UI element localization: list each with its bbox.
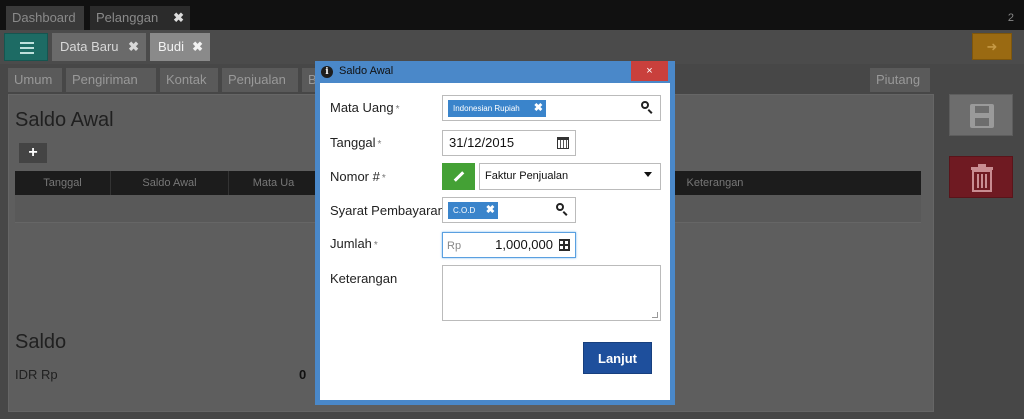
close-tab-icon[interactable]: ✖	[173, 6, 184, 30]
mata-uang-label: Mata Uang *	[330, 100, 400, 115]
search-icon[interactable]	[641, 101, 653, 114]
remove-chip-icon[interactable]: ✖	[534, 100, 543, 117]
tab-dashboard[interactable]: Dashboard	[6, 6, 84, 30]
save-button[interactable]	[949, 94, 1013, 136]
panel-title: Saldo Awal	[15, 109, 114, 131]
saldo-title: Saldo	[15, 331, 67, 353]
syarat-pembayaran-select[interactable]: C.O.D ✖	[442, 197, 576, 223]
dialog-titlebar[interactable]: i Saldo Awal ×	[315, 61, 675, 83]
tab-data-baru[interactable]: Data Baru ✖	[52, 33, 146, 61]
tab-budi[interactable]: Budi ✖	[150, 33, 210, 61]
tab-pengiriman[interactable]: Pengiriman	[66, 68, 156, 92]
calculator-icon[interactable]	[559, 239, 570, 251]
payment-term-chip: C.O.D ✖	[448, 202, 498, 219]
jumlah-label: Jumlah *	[330, 236, 378, 251]
menu-button[interactable]	[4, 33, 48, 61]
tab-piutang[interactable]: Piutang	[870, 68, 930, 92]
tab-budi-label: Budi	[158, 39, 185, 54]
close-icon[interactable]: ✖	[128, 33, 139, 61]
delete-button[interactable]	[949, 156, 1013, 198]
jumlah-value: 1,000,000	[495, 237, 553, 252]
dialog-title: Saldo Awal	[339, 65, 394, 77]
tab-kontak[interactable]: Kontak	[160, 68, 218, 92]
top-tab-bar: Dashboard Pelanggan ✖ 2	[0, 0, 1024, 30]
search-icon[interactable]	[556, 203, 568, 216]
tab-pelanggan-label: Pelanggan	[96, 10, 159, 25]
save-icon	[970, 104, 994, 128]
keterangan-textarea[interactable]	[442, 265, 661, 321]
tab-data-baru-label: Data Baru	[60, 39, 119, 54]
calendar-icon[interactable]	[557, 137, 569, 149]
column-tanggal[interactable]: Tanggal	[15, 171, 111, 195]
keterangan-label: Keterangan	[330, 271, 398, 286]
nomor-value: Faktur Penjualan	[485, 170, 569, 182]
tanggal-input[interactable]: 31/12/2015	[442, 130, 576, 156]
tanggal-value: 31/12/2015	[449, 135, 515, 150]
add-button[interactable]: +	[19, 143, 47, 163]
tanggal-label: Tanggal *	[330, 135, 382, 150]
edit-nomor-button[interactable]	[442, 163, 475, 190]
column-saldo-awal[interactable]: Saldo Awal	[111, 171, 229, 195]
tab-pelanggan[interactable]: Pelanggan ✖	[90, 6, 190, 30]
tab-umum[interactable]: Umum	[8, 68, 62, 92]
mata-uang-select[interactable]: Indonesian Rupiah ✖	[442, 95, 661, 121]
currency-chip: Indonesian Rupiah ✖	[448, 100, 546, 117]
caret-down-icon	[644, 172, 652, 177]
remove-chip-icon[interactable]: ✖	[486, 202, 495, 219]
tab-penjualan[interactable]: Penjualan	[222, 68, 298, 92]
dialog-close-button[interactable]: ×	[631, 61, 668, 81]
column-mata-uang[interactable]: Mata Ua	[229, 171, 319, 195]
lanjut-button[interactable]: Lanjut	[583, 342, 652, 374]
idr-value: 0	[299, 367, 307, 382]
nomor-select[interactable]: Faktur Penjualan	[479, 163, 661, 190]
idr-label: IDR Rp	[15, 367, 58, 382]
info-icon: i	[321, 66, 333, 78]
nomor-label: Nomor # *	[330, 169, 386, 184]
close-icon[interactable]: ✖	[192, 33, 203, 61]
resize-handle[interactable]	[652, 312, 658, 318]
trash-icon	[971, 164, 993, 192]
tab-count[interactable]: 2	[1008, 12, 1014, 24]
action-button[interactable]: ➜	[972, 33, 1012, 60]
syarat-pembayaran-label: Syarat Pembayaran	[330, 203, 445, 218]
arrow-icon: ➜	[986, 39, 998, 54]
record-tab-bar: Data Baru ✖ Budi ✖ ➜	[0, 30, 1024, 64]
jumlah-input[interactable]: Rp 1,000,000	[442, 232, 576, 258]
saldo-awal-dialog: i Saldo Awal × Mata Uang * Indonesian Rup…	[315, 61, 675, 405]
currency-prefix: Rp	[447, 240, 462, 252]
dialog-body: Mata Uang * Indonesian Rupiah ✖ Tanggal * …	[320, 83, 670, 400]
pencil-icon	[453, 171, 465, 182]
